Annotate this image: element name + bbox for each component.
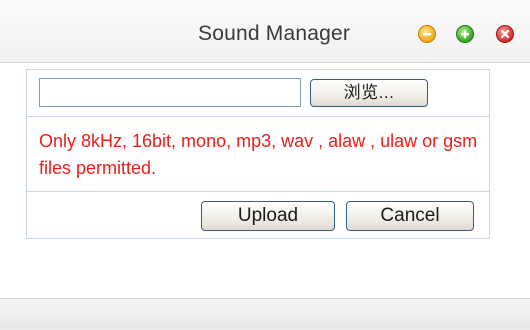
sound-manager-window: Sound Manager 浏览... Only 8kHz, 16bit, mo… [0, 0, 530, 330]
title-bar[interactable]: Sound Manager [0, 0, 530, 63]
close-icon[interactable] [496, 25, 514, 43]
file-select-row: 浏览... [27, 70, 489, 117]
maximize-icon[interactable] [456, 25, 474, 43]
file-path-input[interactable] [39, 78, 301, 107]
upload-button[interactable]: Upload [201, 201, 335, 231]
cancel-button[interactable]: Cancel [346, 201, 474, 231]
upload-panel: 浏览... Only 8kHz, 16bit, mono, mp3, wav ,… [26, 69, 490, 239]
browse-button[interactable]: 浏览... [310, 79, 428, 107]
window-title: Sound Manager [198, 22, 351, 45]
status-bar [0, 298, 530, 330]
minimize-icon[interactable] [418, 25, 436, 43]
action-row: Upload Cancel [27, 192, 489, 238]
permitted-formats-note: Only 8kHz, 16bit, mono, mp3, wav , alaw … [39, 131, 478, 178]
format-note-row: Only 8kHz, 16bit, mono, mp3, wav , alaw … [27, 117, 489, 192]
